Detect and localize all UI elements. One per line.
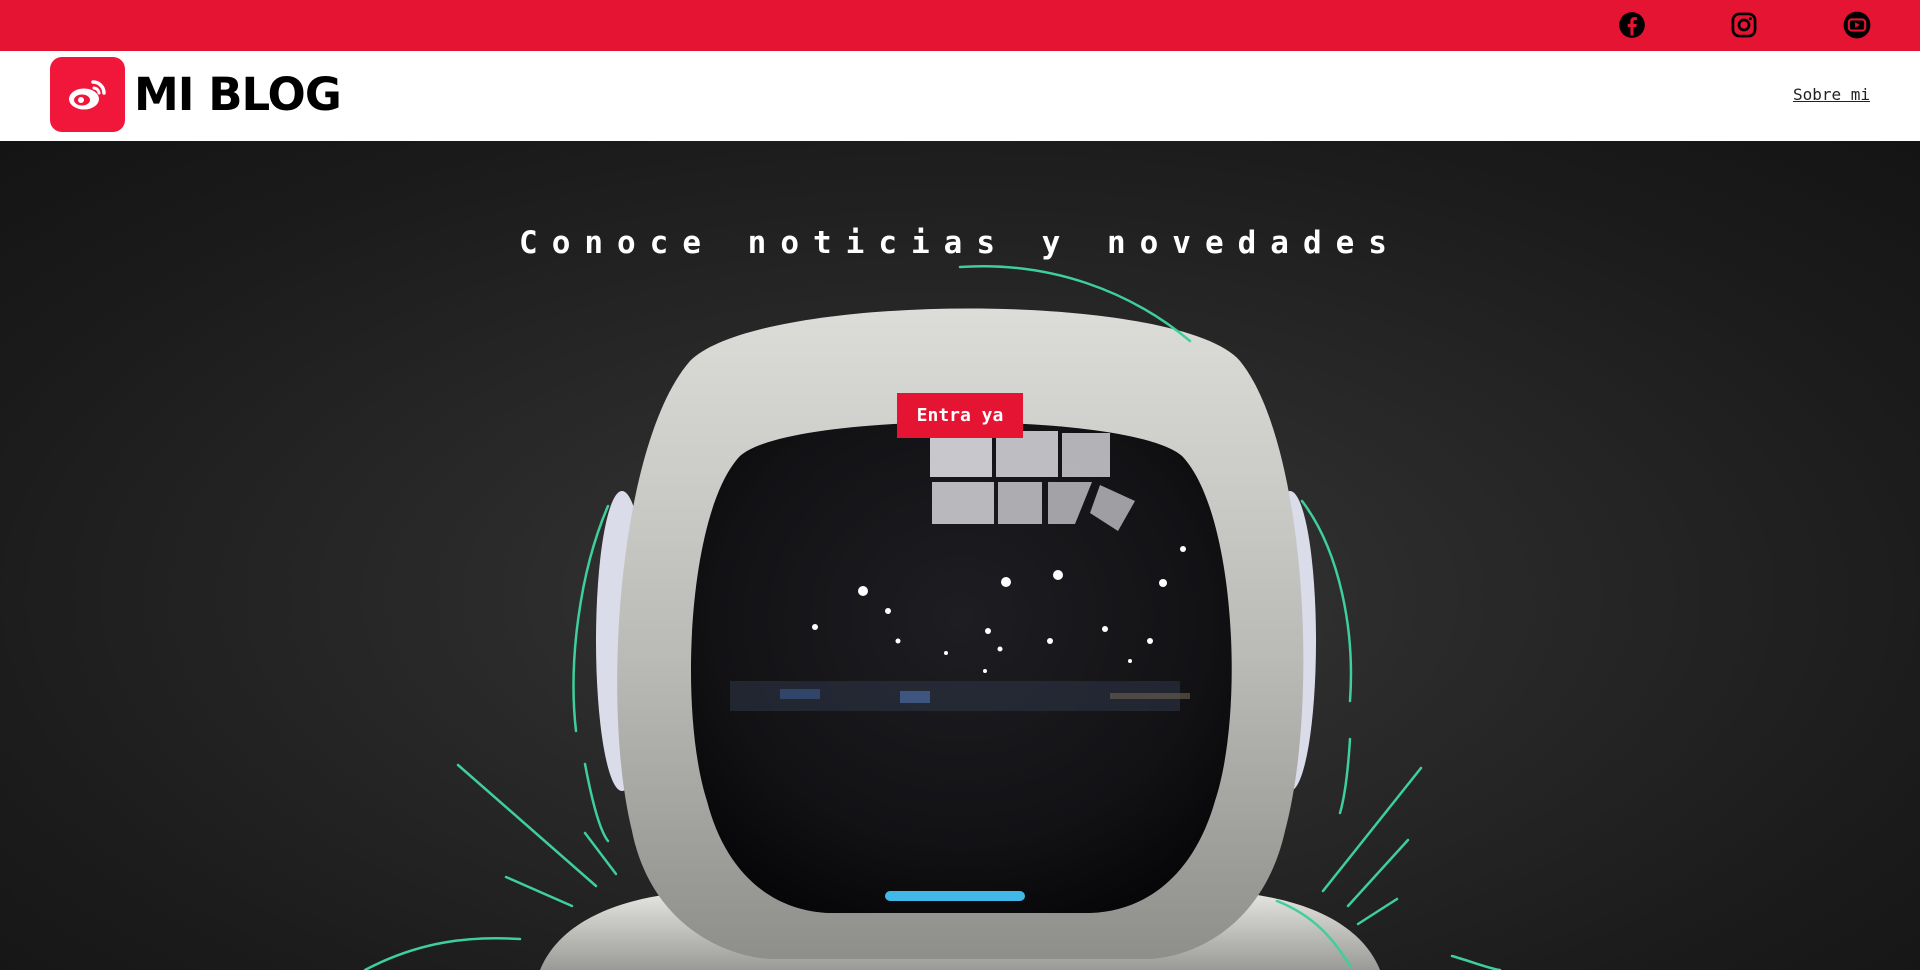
facebook-icon[interactable]	[1618, 11, 1646, 39]
social-bar	[0, 0, 1920, 51]
hero-title: Conoce noticias y novedades	[519, 225, 1401, 261]
instagram-icon[interactable]	[1730, 11, 1758, 39]
weibo-icon	[50, 56, 125, 132]
youtube-icon[interactable]	[1843, 11, 1871, 39]
logo[interactable]: MI BLOG	[50, 56, 342, 132]
site-header: MI BLOG Sobre mi	[0, 51, 1920, 141]
astronaut-robot-image	[363, 265, 1502, 970]
site-title: MI BLOG	[134, 67, 342, 121]
hero-banner: Conoce noticias y novedades Entra ya	[0, 141, 1920, 970]
about-link[interactable]: Sobre mi	[1793, 85, 1870, 104]
enter-button[interactable]: Entra ya	[897, 393, 1023, 438]
